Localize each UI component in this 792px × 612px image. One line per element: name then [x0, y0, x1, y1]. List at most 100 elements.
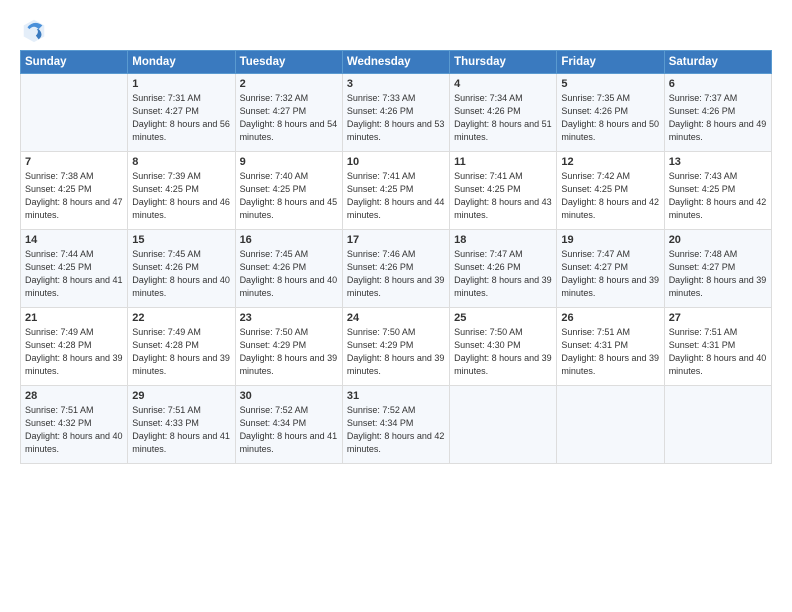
calendar-cell: 6 Sunrise: 7:37 AMSunset: 4:26 PMDaylight… — [664, 74, 771, 152]
cell-info: Sunrise: 7:47 AMSunset: 4:26 PMDaylight:… — [454, 249, 552, 298]
day-number: 9 — [240, 156, 338, 168]
cell-info: Sunrise: 7:45 AMSunset: 4:26 PMDaylight:… — [132, 249, 230, 298]
cell-info: Sunrise: 7:44 AMSunset: 4:25 PMDaylight:… — [25, 249, 123, 298]
day-number: 2 — [240, 78, 338, 90]
calendar-cell: 28 Sunrise: 7:51 AMSunset: 4:32 PMDayligh… — [21, 386, 128, 464]
cell-info: Sunrise: 7:32 AMSunset: 4:27 PMDaylight:… — [240, 93, 338, 142]
cell-info: Sunrise: 7:51 AMSunset: 4:32 PMDaylight:… — [25, 405, 123, 454]
header — [20, 16, 772, 44]
calendar-cell: 12 Sunrise: 7:42 AMSunset: 4:25 PMDayligh… — [557, 152, 664, 230]
day-number: 17 — [347, 234, 445, 246]
calendar-cell: 15 Sunrise: 7:45 AMSunset: 4:26 PMDayligh… — [128, 230, 235, 308]
cell-info: Sunrise: 7:42 AMSunset: 4:25 PMDaylight:… — [561, 171, 659, 220]
day-number: 19 — [561, 234, 659, 246]
day-number: 7 — [25, 156, 123, 168]
cell-info: Sunrise: 7:37 AMSunset: 4:26 PMDaylight:… — [669, 93, 767, 142]
cell-info: Sunrise: 7:49 AMSunset: 4:28 PMDaylight:… — [132, 327, 230, 376]
week-row-2: 7 Sunrise: 7:38 AMSunset: 4:25 PMDaylight… — [21, 152, 772, 230]
cell-info: Sunrise: 7:39 AMSunset: 4:25 PMDaylight:… — [132, 171, 230, 220]
header-cell-monday: Monday — [128, 51, 235, 74]
cell-info: Sunrise: 7:34 AMSunset: 4:26 PMDaylight:… — [454, 93, 552, 142]
cell-info: Sunrise: 7:51 AMSunset: 4:33 PMDaylight:… — [132, 405, 230, 454]
calendar-cell: 2 Sunrise: 7:32 AMSunset: 4:27 PMDaylight… — [235, 74, 342, 152]
calendar-cell: 29 Sunrise: 7:51 AMSunset: 4:33 PMDayligh… — [128, 386, 235, 464]
calendar-cell: 22 Sunrise: 7:49 AMSunset: 4:28 PMDayligh… — [128, 308, 235, 386]
calendar-cell — [664, 386, 771, 464]
cell-info: Sunrise: 7:41 AMSunset: 4:25 PMDaylight:… — [347, 171, 445, 220]
calendar-cell: 3 Sunrise: 7:33 AMSunset: 4:26 PMDaylight… — [342, 74, 449, 152]
logo — [20, 16, 52, 44]
calendar-cell: 4Sunrise: 7:34 AMSunset: 4:26 PMDaylight… — [450, 74, 557, 152]
day-number: 20 — [669, 234, 767, 246]
day-number: 14 — [25, 234, 123, 246]
calendar-cell: 24 Sunrise: 7:50 AMSunset: 4:29 PMDayligh… — [342, 308, 449, 386]
cell-info: Sunrise: 7:35 AMSunset: 4:26 PMDaylight:… — [561, 93, 659, 142]
week-row-4: 21 Sunrise: 7:49 AMSunset: 4:28 PMDayligh… — [21, 308, 772, 386]
header-cell-wednesday: Wednesday — [342, 51, 449, 74]
day-number: 23 — [240, 312, 338, 324]
cell-info: Sunrise: 7:49 AMSunset: 4:28 PMDaylight:… — [25, 327, 123, 376]
cell-info: Sunrise: 7:51 AMSunset: 4:31 PMDaylight:… — [669, 327, 767, 376]
calendar-cell: 16 Sunrise: 7:45 AMSunset: 4:26 PMDayligh… — [235, 230, 342, 308]
cell-info: Sunrise: 7:50 AMSunset: 4:29 PMDaylight:… — [347, 327, 445, 376]
day-number: 31 — [347, 390, 445, 402]
header-cell-friday: Friday — [557, 51, 664, 74]
cell-info: Sunrise: 7:47 AMSunset: 4:27 PMDaylight:… — [561, 249, 659, 298]
day-number: 27 — [669, 312, 767, 324]
logo-icon — [20, 16, 48, 44]
cell-info: Sunrise: 7:31 AMSunset: 4:27 PMDaylight:… — [132, 93, 230, 142]
cell-info: Sunrise: 7:33 AMSunset: 4:26 PMDaylight:… — [347, 93, 445, 142]
day-number: 16 — [240, 234, 338, 246]
day-number: 15 — [132, 234, 230, 246]
day-number: 6 — [669, 78, 767, 90]
week-row-1: 1 Sunrise: 7:31 AMSunset: 4:27 PMDaylight… — [21, 74, 772, 152]
calendar-cell — [557, 386, 664, 464]
day-number: 18 — [454, 234, 552, 246]
cell-info: Sunrise: 7:48 AMSunset: 4:27 PMDaylight:… — [669, 249, 767, 298]
week-row-5: 28 Sunrise: 7:51 AMSunset: 4:32 PMDayligh… — [21, 386, 772, 464]
cell-info: Sunrise: 7:38 AMSunset: 4:25 PMDaylight:… — [25, 171, 123, 220]
calendar-cell: 13 Sunrise: 7:43 AMSunset: 4:25 PMDayligh… — [664, 152, 771, 230]
calendar-cell: 27 Sunrise: 7:51 AMSunset: 4:31 PMDayligh… — [664, 308, 771, 386]
header-row: SundayMondayTuesdayWednesdayThursdayFrid… — [21, 51, 772, 74]
cell-info: Sunrise: 7:50 AMSunset: 4:29 PMDaylight:… — [240, 327, 338, 376]
day-number: 21 — [25, 312, 123, 324]
day-number: 28 — [25, 390, 123, 402]
calendar-cell — [450, 386, 557, 464]
day-number: 5 — [561, 78, 659, 90]
calendar-cell: 8Sunrise: 7:39 AMSunset: 4:25 PMDaylight… — [128, 152, 235, 230]
day-number: 13 — [669, 156, 767, 168]
day-number: 3 — [347, 78, 445, 90]
day-number: 11 — [454, 156, 552, 168]
cell-info: Sunrise: 7:46 AMSunset: 4:26 PMDaylight:… — [347, 249, 445, 298]
calendar-cell: 26 Sunrise: 7:51 AMSunset: 4:31 PMDayligh… — [557, 308, 664, 386]
calendar-cell: 1 Sunrise: 7:31 AMSunset: 4:27 PMDaylight… — [128, 74, 235, 152]
day-number: 30 — [240, 390, 338, 402]
calendar-cell: 21 Sunrise: 7:49 AMSunset: 4:28 PMDayligh… — [21, 308, 128, 386]
page: SundayMondayTuesdayWednesdayThursdayFrid… — [0, 0, 792, 612]
cell-info: Sunrise: 7:43 AMSunset: 4:25 PMDaylight:… — [669, 171, 767, 220]
cell-info: Sunrise: 7:45 AMSunset: 4:26 PMDaylight:… — [240, 249, 338, 298]
calendar-cell: 9 Sunrise: 7:40 AMSunset: 4:25 PMDaylight… — [235, 152, 342, 230]
calendar-cell: 14 Sunrise: 7:44 AMSunset: 4:25 PMDayligh… — [21, 230, 128, 308]
day-number: 26 — [561, 312, 659, 324]
cell-info: Sunrise: 7:52 AMSunset: 4:34 PMDaylight:… — [347, 405, 445, 454]
day-number: 22 — [132, 312, 230, 324]
calendar-cell: 23 Sunrise: 7:50 AMSunset: 4:29 PMDayligh… — [235, 308, 342, 386]
cell-info: Sunrise: 7:40 AMSunset: 4:25 PMDaylight:… — [240, 171, 338, 220]
day-number: 12 — [561, 156, 659, 168]
day-number: 1 — [132, 78, 230, 90]
header-cell-sunday: Sunday — [21, 51, 128, 74]
calendar-cell: 5 Sunrise: 7:35 AMSunset: 4:26 PMDaylight… — [557, 74, 664, 152]
header-cell-tuesday: Tuesday — [235, 51, 342, 74]
calendar-cell: 20 Sunrise: 7:48 AMSunset: 4:27 PMDayligh… — [664, 230, 771, 308]
calendar-cell: 31 Sunrise: 7:52 AMSunset: 4:34 PMDayligh… — [342, 386, 449, 464]
calendar-table: SundayMondayTuesdayWednesdayThursdayFrid… — [20, 50, 772, 464]
day-number: 24 — [347, 312, 445, 324]
calendar-cell: 30Sunrise: 7:52 AMSunset: 4:34 PMDayligh… — [235, 386, 342, 464]
header-cell-thursday: Thursday — [450, 51, 557, 74]
calendar-cell: 17 Sunrise: 7:46 AMSunset: 4:26 PMDayligh… — [342, 230, 449, 308]
day-number: 29 — [132, 390, 230, 402]
calendar-cell: 11Sunrise: 7:41 AMSunset: 4:25 PMDayligh… — [450, 152, 557, 230]
cell-info: Sunrise: 7:51 AMSunset: 4:31 PMDaylight:… — [561, 327, 659, 376]
